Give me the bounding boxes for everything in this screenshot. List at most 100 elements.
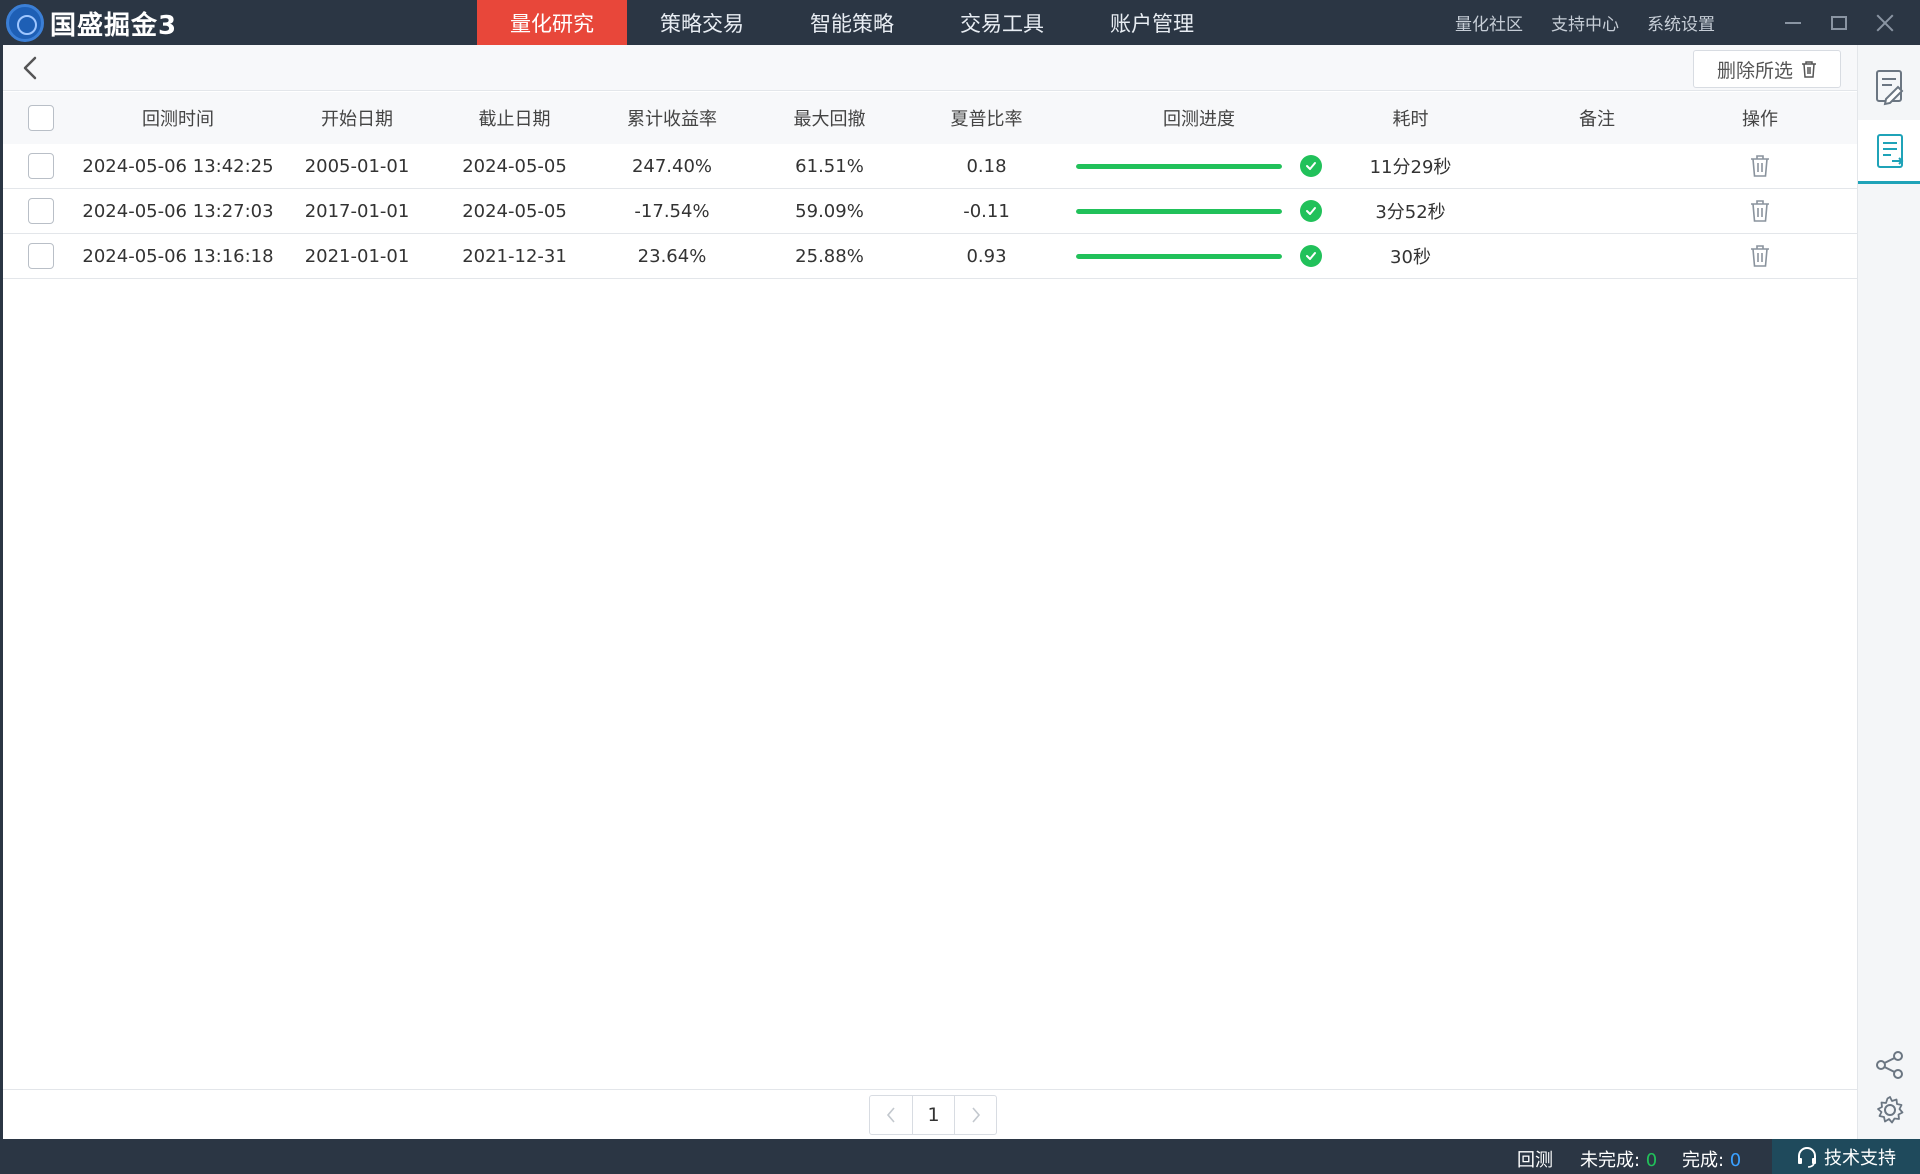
pager-divider [3,1089,1857,1090]
back-button[interactable] [17,53,45,83]
cell-start-date: 2017-01-01 [304,200,410,222]
main-panel: 删除所选 回测时间 开始日期 截止日期 累计收益率 最大回撤 夏普比率 回测进度… [3,45,1857,1139]
cell-start-date: 2021-01-01 [304,245,410,267]
table-row[interactable]: 2024-05-06 13:27:03 2017-01-01 2024-05-0… [3,189,1857,234]
cell-progress [1065,200,1333,222]
cell-sharpe-ratio: -0.11 [963,200,1010,222]
page-number-button[interactable]: 1 [912,1096,954,1134]
sidebar-strategy-editor-button[interactable] [1858,55,1920,119]
row-checkbox[interactable] [27,153,54,179]
tech-support-label: 技术支持 [1824,1147,1896,1169]
title-bar: 国盛掘金3 量化研究 策略交易 智能策略 交易工具 账户管理 量化社区 支持中心… [0,0,1920,45]
row-checkbox[interactable] [27,243,54,269]
col-end-date[interactable]: 截止日期 [436,105,593,131]
tab-account-management[interactable]: 账户管理 [1077,0,1227,45]
status-done-count: 0 [1729,1150,1742,1171]
row-checkbox-cell [3,243,78,269]
status-pending: 未完成: 0 [1580,1146,1657,1172]
prev-page-button[interactable] [870,1096,912,1134]
cell-backtest-time: 2024-05-06 13:42:25 [82,155,274,177]
cell-duration: 30秒 [1390,247,1431,268]
link-support-center[interactable]: 支持中心 [1551,10,1619,35]
row-checkbox-cell [3,153,78,179]
check-circle-icon [1300,245,1322,267]
brand: 国盛掘金3 [6,4,177,42]
top-links: 量化社区 支持中心 系统设置 [1455,0,1715,45]
delete-selected-button[interactable]: 删除所选 [1693,50,1841,88]
cell-cumulative-return: 247.40% [631,155,713,177]
link-quant-community[interactable]: 量化社区 [1455,10,1523,35]
tech-support-button[interactable]: 技术支持 [1772,1139,1920,1174]
cell-cumulative-return: -17.54% [634,200,710,222]
maximize-button[interactable] [1816,0,1862,45]
header-checkbox-cell [3,105,78,131]
next-page-button[interactable] [954,1096,996,1134]
maximize-icon [1831,15,1847,30]
cell-duration: 3分52秒 [1375,202,1446,223]
cell-duration: 11分29秒 [1369,157,1452,178]
app-window: 国盛掘金3 量化研究 策略交易 智能策略 交易工具 账户管理 量化社区 支持中心… [0,0,1920,1174]
main-nav: 量化研究 策略交易 智能策略 交易工具 账户管理 [477,0,1227,45]
chevron-left-icon [23,56,37,80]
progress-bar-fill [1076,163,1282,169]
col-start-date[interactable]: 开始日期 [278,105,436,131]
status-done-label: 完成: [1682,1150,1730,1171]
sidebar-settings-button[interactable] [1858,1085,1920,1135]
table-header: 回测时间 开始日期 截止日期 累计收益率 最大回撤 夏普比率 回测进度 耗时 备… [3,92,1857,144]
cell-max-drawdown: 25.88% [795,245,864,267]
chevron-right-icon [971,1107,980,1123]
close-icon [1876,14,1894,32]
sidebar-share-button[interactable] [1858,1040,1920,1090]
share-icon [1875,1051,1903,1079]
tab-trading-tools[interactable]: 交易工具 [927,0,1077,45]
tab-smart-strategy[interactable]: 智能策略 [777,0,927,45]
delete-row-trash-icon[interactable] [1749,244,1771,268]
check-circle-icon [1300,200,1322,222]
status-done: 完成: 0 [1682,1146,1741,1172]
link-system-settings[interactable]: 系统设置 [1647,10,1715,35]
col-sharpe-ratio[interactable]: 夏普比率 [908,105,1065,131]
col-progress: 回测进度 [1163,109,1235,130]
progress-bar [1076,208,1282,214]
cell-end-date: 2024-05-05 [462,155,567,177]
sidebar-backtest-list-button[interactable] [1858,120,1920,184]
headset-icon [1798,1146,1816,1168]
cell-progress [1065,245,1333,267]
col-cumulative-return[interactable]: 累计收益率 [593,105,751,131]
status-pending-label: 未完成: [1580,1150,1646,1171]
status-backtest-label: 回测 [1517,1150,1553,1171]
cell-end-date: 2024-05-05 [462,200,567,222]
tab-quant-research[interactable]: 量化研究 [477,0,627,45]
close-button[interactable] [1862,0,1908,45]
table-row[interactable]: 2024-05-06 13:42:25 2005-01-01 2024-05-0… [3,144,1857,189]
delete-row-trash-icon[interactable] [1749,154,1771,178]
right-sidebar [1857,45,1920,1139]
cell-cumulative-return: 23.64% [637,245,707,267]
app-title: 国盛掘金3 [50,10,178,41]
col-max-drawdown[interactable]: 最大回撤 [751,105,908,131]
cell-sharpe-ratio: 0.93 [966,245,1007,267]
status-pending-count: 0 [1645,1150,1658,1171]
table-row[interactable]: 2024-05-06 13:16:18 2021-01-01 2021-12-3… [3,234,1857,279]
doc-list-icon [1876,133,1903,168]
cell-end-date: 2021-12-31 [462,245,567,267]
minimize-button[interactable] [1770,0,1816,45]
pagination: 1 [869,1095,997,1135]
tab-strategy-trading[interactable]: 策略交易 [627,0,777,45]
col-backtest-time[interactable]: 回测时间 [78,105,278,131]
check-circle-icon [1300,155,1322,177]
cell-max-drawdown: 59.09% [795,200,864,222]
col-duration[interactable]: 耗时 [1333,105,1488,131]
select-all-checkbox[interactable] [27,105,54,131]
chevron-left-icon [886,1107,895,1123]
row-checkbox[interactable] [27,198,54,224]
cell-actions [1706,199,1814,223]
row-checkbox-cell [3,198,78,224]
progress-bar-fill [1076,253,1282,259]
app-logo-icon [6,4,44,42]
edit-doc-icon [1875,70,1903,106]
cell-sharpe-ratio: 0.18 [966,155,1007,177]
gear-icon [1876,1096,1903,1124]
delete-row-trash-icon[interactable] [1749,199,1771,223]
progress-bar [1076,253,1282,259]
